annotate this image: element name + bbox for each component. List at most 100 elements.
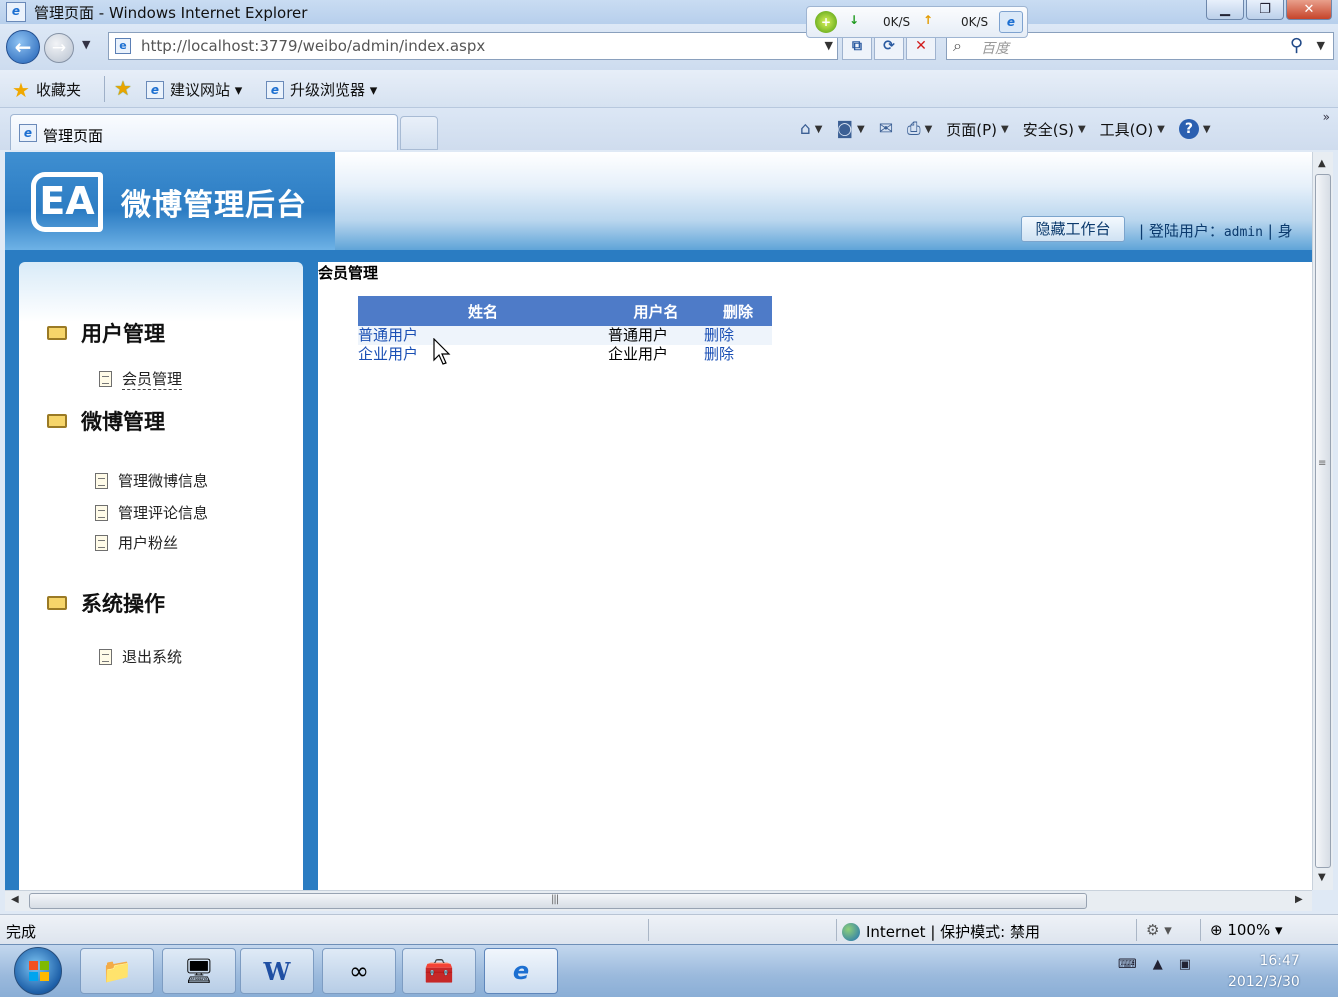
sidebar-item-label: 管理微博信息 <box>118 472 209 490</box>
ie-taskbar-icon[interactable]: e <box>484 948 558 994</box>
table-row: 企业用户 企业用户 删除 <box>358 345 772 364</box>
back-button[interactable]: ← <box>6 30 40 64</box>
member-name-link[interactable]: 企业用户 <box>358 345 418 363</box>
login-user: admin <box>1223 225 1263 240</box>
security-zone[interactable]: Internet | 保护模式: 禁用 <box>842 921 1040 942</box>
security-zone-label: Internet | 保护模式: 禁用 <box>866 923 1040 941</box>
ie-page-icon: e <box>146 80 164 99</box>
network-tray-icon[interactable]: ▣ <box>1179 957 1191 972</box>
menu-group-user[interactable]: 用户管理 <box>47 318 165 348</box>
window-title: 管理页面 - Windows Internet Explorer <box>34 4 308 22</box>
add-favorite-button[interactable]: ★ <box>114 78 132 98</box>
clock-time: 16:47 <box>1259 953 1300 969</box>
sidebar-frame: 用户管理 会员管理 微博管理 管理微博信息 管理评论信息 用户粉丝 系统操作 退… <box>5 262 318 890</box>
vertical-scrollbar[interactable]: ▲ ≡ ▼ <box>1312 152 1333 890</box>
visual-studio-taskbar-icon[interactable]: ∞ <box>322 948 396 994</box>
zoom-level[interactable]: ⊕ 100% ▾ <box>1210 921 1283 939</box>
ie-page-icon: e <box>266 80 284 99</box>
system-clock[interactable]: 16:47 2012/3/30 <box>1228 951 1300 993</box>
main-content: 会员管理 姓名 用户名 删除 普通用户 普通用户 删除 企业用户 企业用户 删除 <box>318 262 1312 890</box>
search-icon[interactable]: ⚲ <box>1290 35 1303 56</box>
favorites-bar: ★ 收藏夹 ★ e 建议网站 ▾ e 升级浏览器 ▾ <box>0 70 1338 108</box>
status-bar: 完成 Internet | 保护模式: 禁用 ⚙ ▾ ⊕ 100% ▾ <box>0 914 1338 944</box>
favorites-star-icon: ★ <box>12 77 30 102</box>
member-username: 普通用户 <box>608 326 704 345</box>
history-dropdown-icon[interactable]: ▼ <box>82 38 90 51</box>
menu-group-system[interactable]: 系统操作 <box>47 588 165 618</box>
suggested-sites-link[interactable]: e 建议网站 ▾ <box>146 79 242 100</box>
close-button[interactable]: ✕ <box>1286 0 1332 20</box>
upload-arrow-icon: ↑ <box>923 13 934 27</box>
address-url[interactable]: http://localhost:3779/weibo/admin/index.… <box>141 37 485 55</box>
member-name-link[interactable]: 普通用户 <box>358 326 418 344</box>
column-header-delete: 删除 <box>704 296 772 326</box>
ie-mini-icon[interactable]: e <box>999 11 1023 33</box>
sidebar-item-manage-weibo[interactable]: 管理微博信息 <box>95 470 208 491</box>
scroll-grip-icon: ||| <box>551 894 559 905</box>
document-icon <box>99 648 112 665</box>
keyboard-icon[interactable]: ⌨ <box>1118 957 1137 972</box>
clock-date: 2012/3/30 <box>1228 974 1300 990</box>
status-text: 完成 <box>6 923 37 941</box>
plus-icon[interactable]: + <box>815 11 837 33</box>
download-arrow-icon: ↓ <box>849 13 860 27</box>
sidebar-item-user-fans[interactable]: 用户粉丝 <box>95 532 178 553</box>
help-menu[interactable]: ? ▼ <box>1178 119 1211 139</box>
forward-button[interactable]: → <box>44 33 74 63</box>
explorer-taskbar-icon[interactable]: 📁 <box>80 948 154 994</box>
address-dropdown-icon[interactable]: ▼ <box>825 39 833 52</box>
sidebar: 用户管理 会员管理 微博管理 管理微博信息 管理评论信息 用户粉丝 系统操作 退… <box>19 262 303 890</box>
feeds-button[interactable]: ◙ ▼ <box>837 119 865 139</box>
tray-expand-icon[interactable]: ▲ <box>1153 957 1163 972</box>
network-taskbar-icon[interactable]: 🖥 <box>162 948 236 994</box>
print-icon: ⎙ <box>906 119 921 139</box>
scroll-left-icon[interactable]: ◀ <box>11 894 19 905</box>
login-suffix: | 身 <box>1267 222 1293 240</box>
menu-group-weibo[interactable]: 微博管理 <box>47 406 165 436</box>
search-dropdown-icon[interactable]: ▼ <box>1317 39 1325 52</box>
sidebar-item-logout[interactable]: 退出系统 <box>99 646 182 667</box>
help-icon: ? <box>1178 119 1199 139</box>
new-tab-button[interactable] <box>400 116 438 150</box>
tab-page-icon: e <box>19 124 37 142</box>
column-header-username: 用户名 <box>608 296 704 326</box>
page-menu[interactable]: 页面(P) ▼ <box>946 119 1008 140</box>
minimize-button[interactable]: ▁ <box>1206 0 1244 20</box>
print-button[interactable]: ⎙ ▼ <box>907 119 932 139</box>
sidebar-item-manage-comments[interactable]: 管理评论信息 <box>95 502 208 523</box>
folder-icon <box>47 326 67 340</box>
upgrade-browser-link[interactable]: e 升级浏览器 ▾ <box>266 79 377 100</box>
start-button[interactable] <box>14 947 62 995</box>
tools-menu[interactable]: 工具(O) ▼ <box>1100 119 1165 140</box>
download-speed-widget: + ↓ 0K/S ↑ 0K/S e <box>806 6 1028 38</box>
scroll-up-icon[interactable]: ▲ <box>1318 158 1326 169</box>
hide-workbench-button[interactable]: 隐藏工作台 <box>1021 216 1125 242</box>
mail-button[interactable]: ✉ <box>879 119 893 139</box>
window-controls: ▁ ❐ ✕ <box>1206 0 1332 22</box>
more-commands-icon[interactable]: » <box>1323 110 1330 124</box>
favorites-button[interactable]: ★ 收藏夹 <box>12 79 81 100</box>
page-icon: e <box>115 38 131 54</box>
word-taskbar-icon[interactable]: W <box>240 948 314 994</box>
search-provider-icon: ⌕ <box>953 36 962 55</box>
home-button[interactable]: ⌂ ▼ <box>800 119 823 139</box>
vertical-scroll-thumb[interactable] <box>1315 174 1331 868</box>
document-icon <box>99 371 112 387</box>
toolbox-taskbar-icon[interactable]: 🧰 <box>402 948 476 994</box>
scroll-down-icon[interactable]: ▼ <box>1318 872 1326 883</box>
home-icon: ⌂ <box>800 119 811 139</box>
delete-link[interactable]: 删除 <box>704 345 734 363</box>
sidebar-item-member-management[interactable]: 会员管理 <box>99 368 183 390</box>
maximize-button[interactable]: ❐ <box>1246 0 1284 20</box>
sidebar-item-label: 退出系统 <box>122 648 183 666</box>
delete-link[interactable]: 删除 <box>704 326 734 344</box>
scroll-grip-icon: ≡ <box>1318 458 1326 469</box>
address-input[interactable]: e http://localhost:3779/weibo/admin/inde… <box>108 32 838 60</box>
horizontal-scrollbar[interactable]: ◀ ||| ▶ <box>5 890 1312 911</box>
protected-mode-icon[interactable]: ⚙ ▾ <box>1146 921 1172 939</box>
safety-menu[interactable]: 安全(S) ▼ <box>1023 119 1086 140</box>
menu-group-title: 微博管理 <box>81 410 165 434</box>
favorites-separator <box>104 76 105 102</box>
tab-admin-page[interactable]: e 管理页面 <box>10 114 398 150</box>
scroll-right-icon[interactable]: ▶ <box>1295 894 1303 905</box>
